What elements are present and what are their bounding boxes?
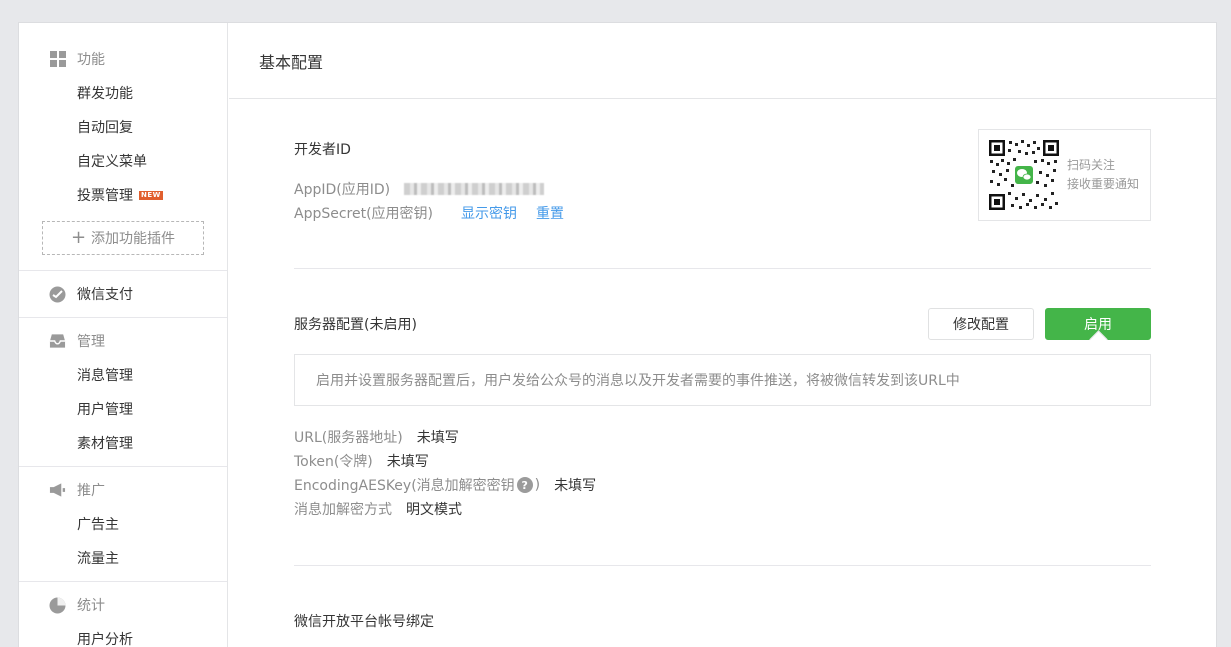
nav-group-features: 功能 群发功能 自动回复 自定义菜单 投票管理 NEW + 添加功能插件 [19,42,227,255]
url-value: 未填写 [416,430,459,446]
server-config-tip: 启用并设置服务器配置后，用户发给公众号的消息以及开发者需要的事件推送，将被微信转… [294,354,1151,406]
sidebar-item-custom-menu[interactable]: 自定义菜单 [19,144,227,178]
grid-icon [49,51,66,68]
show-secret-link[interactable]: 显示密钥 [461,203,517,223]
nav-header-stats: 统计 [19,588,227,622]
nav-header-manage: 管理 [19,324,227,358]
wechat-pay-icon [49,286,66,303]
inbox-icon [49,333,66,350]
sidebar-item-user-analytics[interactable]: 用户分析 [19,622,227,647]
aeskey-value: 未填写 [554,478,597,494]
add-plugin-button[interactable]: + 添加功能插件 [42,221,204,255]
qr-notice-text: 扫码关注 接收重要通知 [1067,156,1139,194]
sidebar-item-label: 微信支付 [77,287,133,303]
sidebar-item-users[interactable]: 用户管理 [19,392,227,426]
encrypt-mode-label: 消息加解密方式 [294,502,392,518]
megaphone-icon [49,482,66,499]
aeskey-label-close: ) [534,477,541,493]
sidebar-item-label: 用户分析 [77,632,133,647]
nav-header-label: 管理 [77,334,105,350]
main-content: 基本配置 开发者ID AppID(应用ID) AppSecret(应用密钥) 显… [229,23,1216,647]
sidebar-item-auto-reply[interactable]: 自动回复 [19,110,227,144]
page-title: 基本配置 [229,23,1216,99]
nav-header-promotion: 推广 [19,473,227,507]
enable-button-label: 启用 [1084,317,1112,333]
pie-chart-icon [49,597,66,614]
nav-group-stats: 统计 用户分析 [19,588,227,647]
encrypt-mode-value: 明文模式 [406,502,462,518]
add-plugin-label: 添加功能插件 [91,231,176,247]
aeskey-label: EncodingAESKey(消息加解密密钥 [294,478,515,494]
sidebar-item-label: 自动回复 [77,120,133,136]
nav-header-label: 功能 [77,52,105,68]
token-value: 未填写 [386,454,429,470]
new-badge: NEW [139,190,163,200]
sidebar-item-wechat-pay[interactable]: 微信支付 [19,277,227,311]
sidebar-item-materials[interactable]: 素材管理 [19,426,227,460]
section-divider [294,565,1151,566]
sidebar-item-label: 消息管理 [77,368,133,384]
sidebar: 功能 群发功能 自动回复 自定义菜单 投票管理 NEW + 添加功能插件 微信支… [19,23,228,647]
help-icon[interactable]: ? [516,477,533,493]
nav-group-manage: 管理 消息管理 用户管理 素材管理 [19,324,227,460]
qr-notice-box: 扫码关注 接收重要通知 [978,129,1151,221]
sidebar-item-messages[interactable]: 消息管理 [19,358,227,392]
sidebar-item-label: 用户管理 [77,402,133,418]
sidebar-item-label: 素材管理 [77,436,133,452]
reset-secret-link[interactable]: 重置 [536,203,564,223]
sidebar-item-advertiser[interactable]: 广告主 [19,507,227,541]
encrypt-mode-row: 消息加解密方式 明文模式 [294,497,1151,521]
url-row: URL(服务器地址) 未填写 [294,425,1151,449]
enable-button[interactable]: 启用 [1045,308,1151,340]
aeskey-row: EncodingAESKey(消息加解密密钥 ? ) 未填写 [294,473,1151,497]
sidebar-item-publisher[interactable]: 流量主 [19,541,227,575]
qr-notice-line2: 接收重要通知 [1067,177,1140,191]
url-label: URL(服务器地址) [294,430,403,446]
plus-icon: + [70,227,87,248]
appid-value-obscured [404,183,545,195]
appsecret-label: AppSecret(应用密钥) [294,206,434,222]
sidebar-item-label: 广告主 [77,517,119,533]
open-platform-section: 微信开放平台帐号绑定 [294,611,1151,631]
sidebar-item-vote[interactable]: 投票管理 NEW [19,178,227,212]
nav-header-label: 统计 [77,598,105,614]
modify-config-button[interactable]: 修改配置 [928,308,1034,340]
token-label: Token(令牌) [294,454,373,470]
sidebar-item-label: 自定义菜单 [77,154,147,170]
section-divider [294,268,1151,269]
appid-label: AppID(应用ID) [294,182,391,198]
nav-header-features: 功能 [19,42,227,76]
qr-code-icon [989,140,1059,210]
sidebar-item-label: 群发功能 [77,86,133,102]
app-frame: 功能 群发功能 自动回复 自定义菜单 投票管理 NEW + 添加功能插件 微信支… [18,22,1217,647]
nav-group-promotion: 推广 广告主 流量主 [19,473,227,575]
open-platform-title: 微信开放平台帐号绑定 [294,614,434,630]
sidebar-item-label: 投票管理 [77,188,133,204]
qr-notice-line1: 扫码关注 [1067,158,1116,172]
token-row: Token(令牌) 未填写 [294,449,1151,473]
nav-header-label: 推广 [77,483,105,499]
server-config-fields: URL(服务器地址) 未填写 Token(令牌) 未填写 EncodingAES… [294,425,1151,521]
sidebar-item-mass-send[interactable]: 群发功能 [19,76,227,110]
sidebar-item-label: 流量主 [77,551,119,567]
